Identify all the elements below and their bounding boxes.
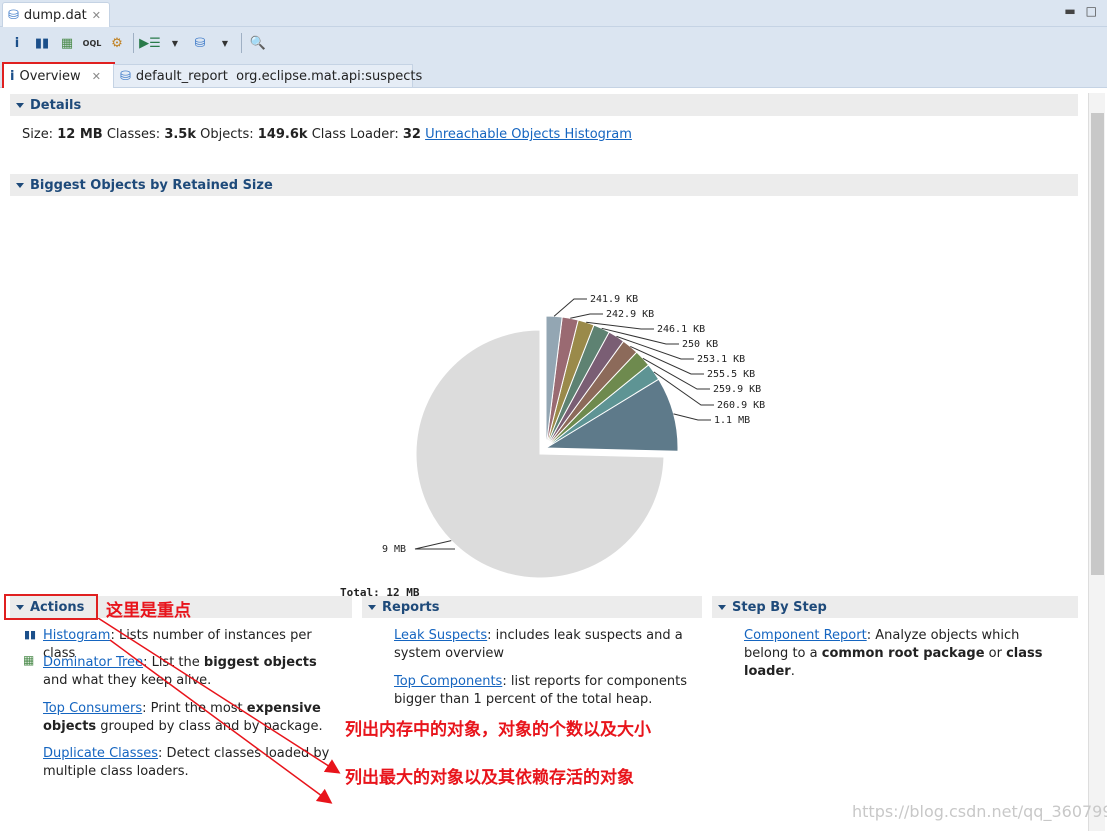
vertical-scrollbar[interactable] [1088,93,1105,831]
desc: . [790,664,795,679]
loader-value: 32 [402,127,421,142]
tab-label: Overview [19,68,81,84]
editor-tabbar: ⛁ dump.dat ✕ ▬ □ [0,0,1107,27]
details-summary: Size: 12 MB Classes: 3.5k Objects: 149.6… [22,126,632,144]
maximize-icon[interactable]: □ [1086,4,1097,18]
section-title: Step By Step [732,599,827,615]
section-title: Reports [382,599,440,615]
overview-content: Details Size: 12 MB Classes: 3.5k Object… [0,88,1088,831]
pie-slice-label: 260.9 KB [717,400,765,411]
database-icon: ⛁ [8,7,19,23]
objects-value: 149.6k [257,127,308,142]
editor-tab-title: dump.dat [23,7,87,23]
label: Classes: [106,127,161,142]
query-browser-icon[interactable]: ▶☰ [139,34,161,52]
pie-slice-label: 255.5 KB [707,369,755,380]
toolbar-separator [133,33,134,53]
pie-slice-label: 242.9 KB [606,309,654,320]
pie-slice-label: 1.1 MB [714,415,750,426]
desc: or [984,646,1007,661]
section-reports[interactable]: Reports [362,596,702,618]
section-details[interactable]: Details [10,94,1078,116]
pie-slice-label: 259.9 KB [713,384,761,395]
pie-slice-label: 246.1 KB [657,324,705,335]
pie-leader-line [553,298,587,317]
classes-value: 3.5k [164,127,197,142]
label: Objects: [200,127,254,142]
tab-label: default_report org.eclipse.mat.api:suspe… [135,68,423,84]
dominator-tree-icon[interactable]: ▦ [58,34,76,52]
label: Class Loader: [311,127,399,142]
collapse-icon [718,604,726,610]
collapse-icon [16,102,24,108]
watermark: https://blog.csdn.net/qq_36079912 [852,802,1107,821]
section-biggest-objects[interactable]: Biggest Objects by Retained Size [10,174,1078,196]
annotation-box [4,594,98,620]
scrollbar-thumb[interactable] [1091,113,1104,575]
close-icon[interactable]: ✕ [92,70,101,83]
search-icon[interactable]: 🔍 [249,34,267,52]
minimize-icon[interactable]: ▬ [1064,4,1075,18]
collapse-icon [368,604,376,610]
info-icon[interactable]: i [8,34,26,52]
step-component-report: Component Report: Analyze objects which … [744,627,1064,681]
retained-size-pie-chart: Total: 12 MB 241.9 KB242.9 KB246.1 KB250… [340,294,765,599]
pie-leader-line [414,540,455,550]
pie-slice-label: 9 MB [382,544,406,555]
toolbar: i ▮▮ ▦ OQL ⚙ ▶☰ ▼ ⛁ ▼ 🔍 [0,27,1107,59]
run-report-icon[interactable]: ⛁ [191,34,209,52]
pie-slice-label: 241.9 KB [590,294,638,305]
chevron-down-icon[interactable]: ▼ [216,34,234,52]
close-icon[interactable]: ✕ [92,9,101,22]
component-report-link[interactable]: Component Report [744,628,867,643]
info-icon: i [10,68,15,84]
tab-default-report[interactable]: ⛁ default_report org.eclipse.mat.api:sus… [113,64,422,88]
section-title: Biggest Objects by Retained Size [30,177,273,193]
unreachable-histogram-link[interactable]: Unreachable Objects Histogram [425,127,632,142]
oql-icon[interactable]: OQL [83,34,102,52]
section-step-by-step[interactable]: Step By Step [712,596,1078,618]
pie-slice-label: 253.1 KB [697,354,745,365]
section-title: Details [30,97,82,113]
size-value: 12 MB [57,127,103,142]
report-icon: ⛁ [120,68,131,84]
heap-dump-details-icon[interactable]: ⚙ [108,34,126,52]
histogram-icon[interactable]: ▮▮ [33,34,51,52]
annotation-note: 列出最大的对象以及其依赖存活的对象 [345,768,634,788]
desc-bold: common root package [821,646,985,661]
annotation-note: 列出内存中的对象，对象的个数以及大小 [345,720,651,740]
pie-leader-line [673,413,711,421]
subtabs: i Overview ✕ ⛁ default_report org.eclips… [0,59,1107,90]
annotation-arrow [97,618,341,774]
collapse-icon [16,182,24,188]
annotation-arrow [109,639,333,804]
pie-leader-line [570,313,603,319]
label: Size: [22,127,54,142]
toolbar-separator [241,33,242,53]
tab-overview[interactable]: i Overview ✕ [2,62,115,90]
editor-tab-dump[interactable]: ⛁ dump.dat ✕ [2,2,110,27]
pie-slice-label: 250 KB [682,339,718,350]
chevron-down-icon[interactable]: ▼ [166,34,184,52]
